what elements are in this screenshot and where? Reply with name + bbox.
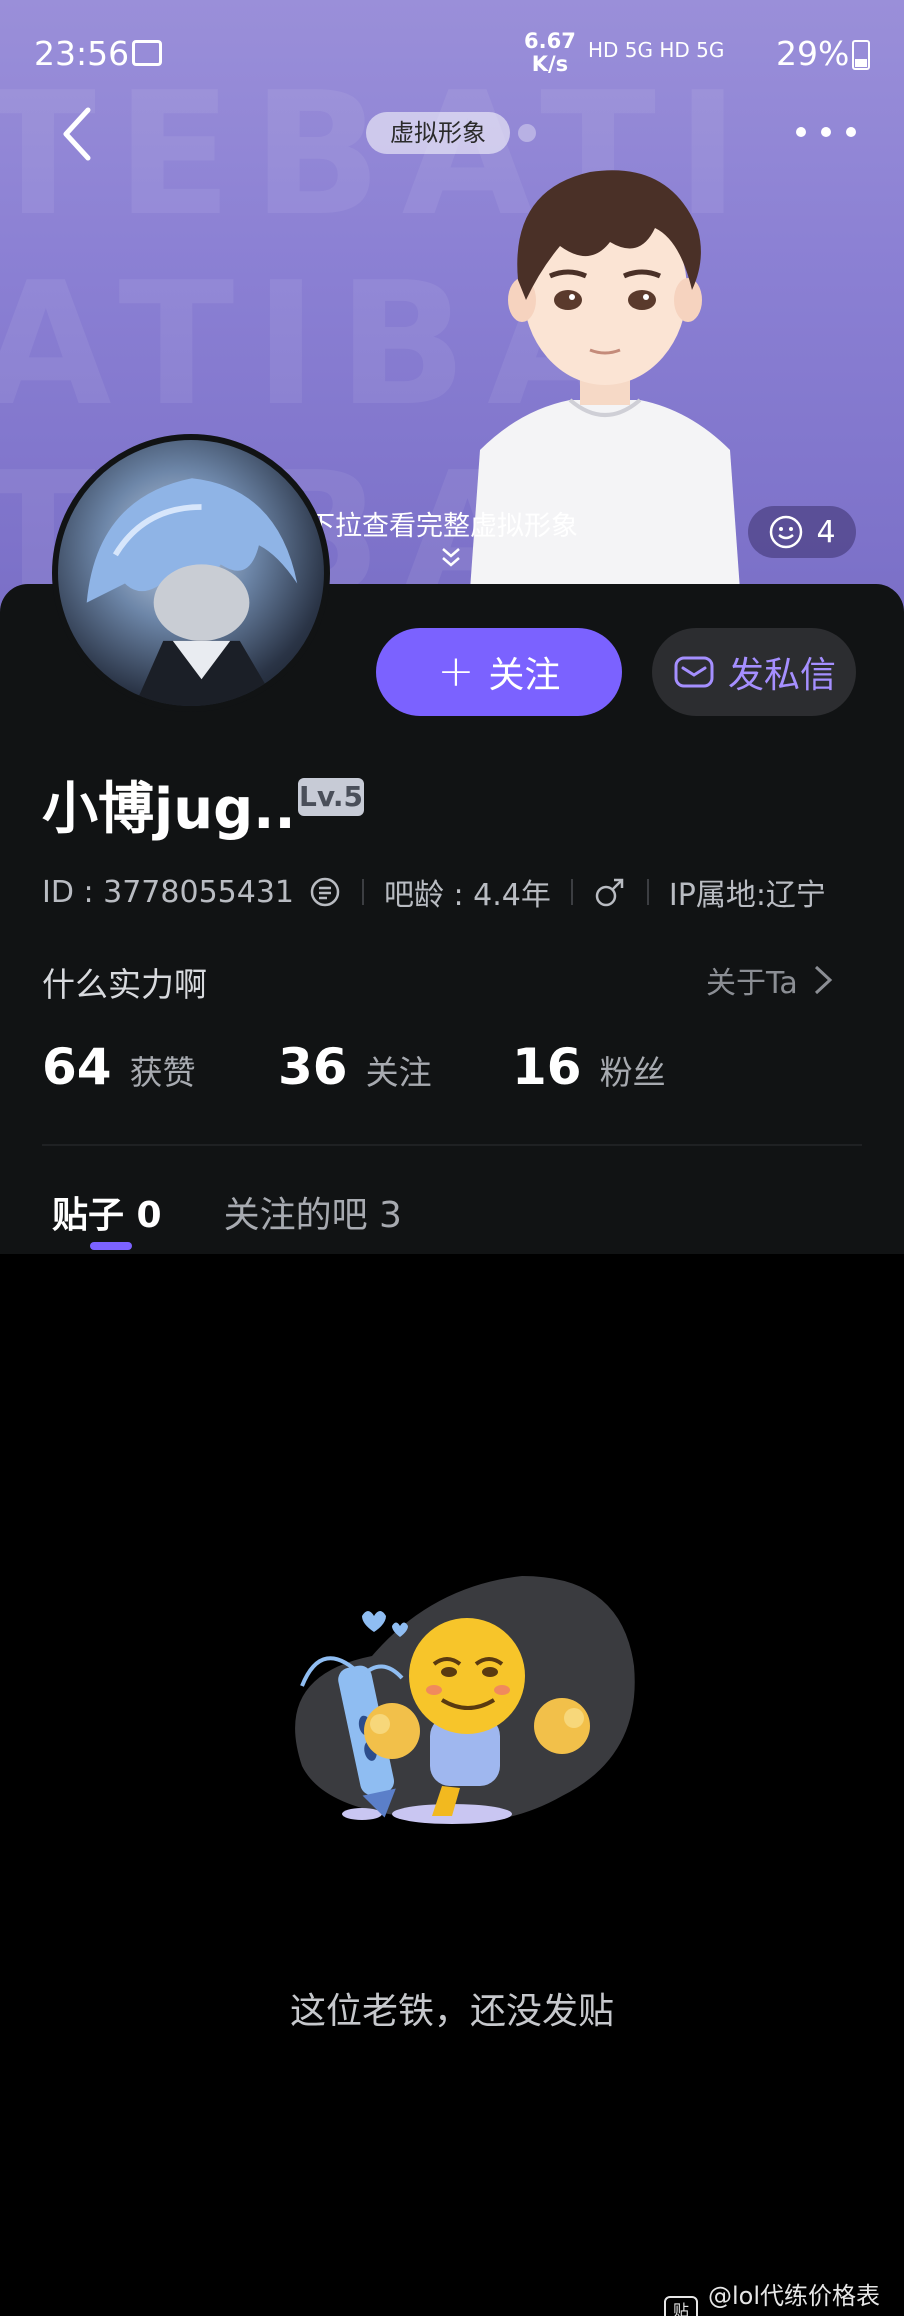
username: 小博jug.. <box>42 777 296 842</box>
stat-fans[interactable]: 16 粉丝 <box>512 1038 666 1096</box>
more-dot-icon <box>846 127 856 137</box>
about-label: 关于Ta <box>706 966 798 1001</box>
smile-icon <box>770 515 803 549</box>
stat-label: 获赞 <box>129 1053 196 1092</box>
net-speed-value: 6.67 <box>524 29 576 53</box>
ip-location: IP属地:辽宁 <box>668 878 826 913</box>
tab-followed-bars[interactable]: 关注的吧 3 <box>224 1186 402 1238</box>
battery-percent: 29% <box>776 34 850 73</box>
follow-label: 关注 <box>488 655 561 696</box>
more-dot-icon <box>796 127 806 137</box>
user-id: ID : 3778055431 <box>42 874 294 910</box>
level-badge: Lv.5 <box>298 778 364 816</box>
footer-watermark: 贴 @lol代练价格表吧 <box>664 2276 904 2316</box>
about-link[interactable]: 关于Ta <box>706 958 834 1002</box>
empty-state-message: 这位老铁，还没发贴 <box>289 1991 614 2032</box>
stat-value: 36 <box>278 1038 348 1096</box>
stats-row: 64 获赞 36 关注 16 粉丝 <box>42 1038 862 1100</box>
chevron-right-icon <box>814 965 832 995</box>
watermark-text: @lol代练价格表吧 <box>708 2282 881 2310</box>
stat-label: 关注 <box>365 1053 432 1092</box>
separator <box>570 879 573 905</box>
tab-posts[interactable]: 贴子 0 <box>52 1186 162 1238</box>
message-button[interactable]: 发私信 <box>652 628 856 716</box>
user-avatar[interactable] <box>52 434 330 712</box>
stat-following[interactable]: 36 关注 <box>278 1038 432 1096</box>
pill-dot <box>518 124 536 142</box>
empty-state-illustration <box>295 1576 635 1824</box>
separator <box>362 879 364 905</box>
more-dot-icon <box>821 127 831 137</box>
info-row: ID : 3778055431 吧龄 : 4.4年 IP属地:辽宁 <box>42 872 826 914</box>
mail-icon <box>674 656 714 688</box>
status-bar: 23:56 6.67 K/s HD 5G HD 5G 29% <box>0 0 904 110</box>
stat-value: 64 <box>42 1038 112 1096</box>
net-speed: 6.67 K/s <box>524 30 576 76</box>
battery-icon <box>852 40 870 70</box>
more-button[interactable] <box>796 122 856 142</box>
chevron-down-icon <box>442 548 460 567</box>
pull-hint: 下拉查看完整虚拟形象 <box>308 511 578 542</box>
profile-tabs: 贴子 0 关注的吧 3 <box>52 1186 402 1238</box>
stat-likes[interactable]: 64 获赞 <box>42 1038 196 1096</box>
like-count: 4 <box>816 514 836 550</box>
avatar-image <box>86 478 298 706</box>
bio: 什么实力啊 <box>42 965 207 1004</box>
male-icon <box>595 878 624 907</box>
follow-button[interactable]: + 关注 <box>376 628 622 716</box>
gallery-icon <box>132 40 162 66</box>
status-time: 23:56 <box>34 34 130 73</box>
copy-icon[interactable] <box>308 875 342 909</box>
stat-value: 16 <box>512 1038 582 1096</box>
signal-icons: HD 5G HD 5G <box>588 38 725 62</box>
message-label: 发私信 <box>727 655 836 696</box>
back-arrow-icon <box>63 107 91 161</box>
avatar-like-button[interactable]: 4 <box>748 506 856 558</box>
back-button[interactable] <box>56 104 96 164</box>
stat-label: 粉丝 <box>599 1053 666 1092</box>
divider <box>42 1144 862 1146</box>
tieba-logo-icon: 贴 <box>664 2296 698 2316</box>
virtual-avatar-pill[interactable]: 虚拟形象 <box>366 112 510 154</box>
separator <box>646 879 649 905</box>
plus-icon: + <box>437 646 475 697</box>
net-speed-unit: K/s <box>531 52 569 76</box>
bar-age: 吧龄 : 4.4年 <box>384 878 551 913</box>
tab-indicator <box>90 1242 132 1250</box>
